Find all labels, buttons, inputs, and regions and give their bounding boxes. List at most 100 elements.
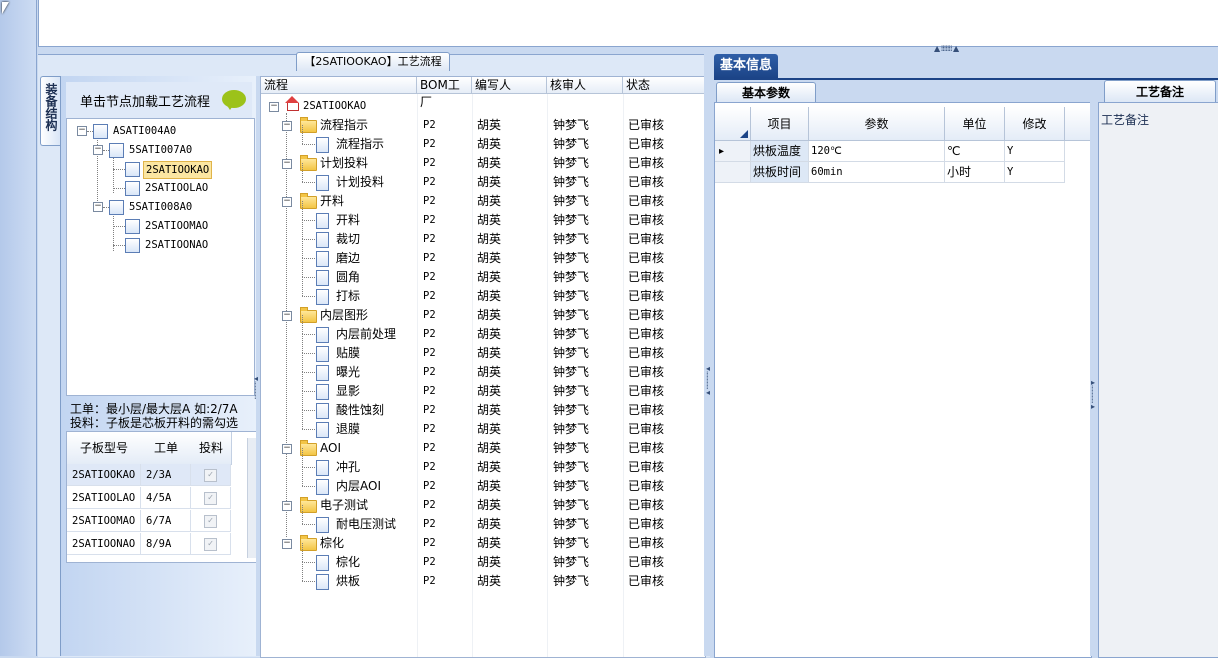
sub-grid-header[interactable]: 工单 bbox=[141, 432, 192, 465]
process-row[interactable]: 打标 P2 胡英 钟梦飞 已审核 bbox=[261, 277, 705, 306]
param-grid-header[interactable]: 单位 bbox=[945, 107, 1005, 141]
process-row[interactable]: − 内层图形 P2 胡英 钟梦飞 已审核 bbox=[261, 306, 705, 325]
process-row[interactable]: 磨边 P2 胡英 钟梦飞 已审核 bbox=[261, 239, 705, 268]
process-row[interactable]: − 计划投料 P2 胡英 钟梦飞 已审核 bbox=[261, 154, 705, 173]
param-cell-item[interactable]: 烘板温度 bbox=[751, 141, 809, 162]
tree-node-label[interactable]: 2SATIOONAO bbox=[143, 237, 210, 253]
bom-cell: P2 bbox=[423, 480, 436, 492]
process-row[interactable]: 显影 P2 胡英 钟梦飞 已审核 bbox=[261, 372, 705, 401]
status-cell: 已审核 bbox=[628, 346, 665, 360]
process-row[interactable]: 内层前处理 P2 胡英 钟梦飞 已审核 bbox=[261, 315, 705, 344]
process-row[interactable]: 冲孔 P2 胡英 钟梦飞 已审核 bbox=[261, 448, 705, 477]
tree-node-label[interactable]: 5SATI007A0 bbox=[129, 142, 192, 158]
process-row[interactable]: 计划投料 P2 胡英 钟梦飞 已审核 bbox=[261, 163, 705, 192]
feed-checkbox[interactable]: ✓ bbox=[204, 492, 217, 505]
expand-toggle-icon[interactable]: − bbox=[282, 159, 292, 169]
process-row[interactable]: 裁切 P2 胡英 钟梦飞 已审核 bbox=[261, 220, 705, 249]
notes-splitter[interactable]: ▸ ⁞ ⁞ ⁞ ▸ bbox=[1090, 80, 1098, 656]
process-grid-header[interactable]: 流程 bbox=[261, 77, 417, 94]
process-row[interactable]: 耐电压测试 P2 胡英 钟梦飞 已审核 bbox=[261, 505, 705, 534]
param-grid-header[interactable]: 修改 bbox=[1005, 107, 1065, 141]
sub-grid-cell-model[interactable]: 2SATIOOKAO bbox=[67, 464, 141, 486]
expand-toggle-icon[interactable]: − bbox=[282, 501, 292, 511]
param-cell-edit[interactable]: Y bbox=[1005, 141, 1065, 162]
side-tab-structure[interactable]: 装备结构 bbox=[40, 76, 61, 146]
sub-grid-cell-order[interactable]: 6/7A bbox=[141, 510, 191, 532]
process-row[interactable]: − 电子测试 P2 胡英 钟梦飞 已审核 bbox=[261, 496, 705, 515]
tab-basic-params[interactable]: 基本参数 bbox=[716, 82, 816, 103]
param-grid-header[interactable]: 参数 bbox=[809, 107, 945, 141]
process-grid-header[interactable]: BOM工厂 bbox=[417, 77, 472, 109]
process-row[interactable]: − 棕化 P2 胡英 钟梦飞 已审核 bbox=[261, 534, 705, 553]
tab-process-notes[interactable]: 工艺备注 bbox=[1104, 80, 1216, 103]
expand-toggle-icon[interactable]: − bbox=[93, 145, 103, 155]
sub-grid-cell-model[interactable]: 2SATIOONAO bbox=[67, 533, 141, 555]
expand-toggle-icon[interactable]: − bbox=[282, 444, 292, 454]
tree-node-label[interactable]: ASATI004A0 bbox=[113, 123, 176, 139]
process-row[interactable]: 圆角 P2 胡英 钟梦飞 已审核 bbox=[261, 258, 705, 287]
process-row[interactable]: 棕化 P2 胡英 钟梦飞 已审核 bbox=[261, 543, 705, 572]
process-grid-header[interactable]: 核审人 bbox=[547, 77, 623, 94]
param-cell-item[interactable]: 烘板时间 bbox=[751, 162, 809, 183]
notes-panel[interactable]: 工艺备注 bbox=[1098, 102, 1218, 658]
process-tab[interactable]: 【2SATIOOKAO】工艺流程 bbox=[296, 52, 450, 71]
tree-node-label[interactable]: 2SATIOOLAO bbox=[143, 180, 210, 196]
row-header[interactable]: ▸ bbox=[715, 141, 751, 162]
expand-toggle-icon[interactable]: − bbox=[93, 202, 103, 212]
tree-connector bbox=[113, 245, 125, 246]
process-row[interactable]: − AOI P2 胡英 钟梦飞 已审核 bbox=[261, 439, 705, 458]
feed-checkbox[interactable]: ✓ bbox=[204, 515, 217, 528]
process-row[interactable]: 贴膜 P2 胡英 钟梦飞 已审核 bbox=[261, 334, 705, 363]
document-icon bbox=[316, 327, 329, 343]
row-header[interactable] bbox=[715, 162, 751, 183]
param-cell-param[interactable]: 60min bbox=[809, 162, 945, 183]
process-grid-header[interactable]: 状态 bbox=[623, 77, 705, 94]
expand-toggle-icon[interactable]: − bbox=[282, 197, 292, 207]
expand-toggle-icon[interactable]: − bbox=[77, 126, 87, 136]
tree-connector bbox=[113, 153, 114, 193]
process-root-row[interactable]: − 2SATIOOKAO bbox=[261, 96, 705, 116]
tree-node-label[interactable]: 5SATI008A0 bbox=[129, 199, 192, 215]
tree-connector bbox=[302, 125, 303, 144]
expand-toggle-icon[interactable]: − bbox=[269, 102, 279, 112]
tree-connector bbox=[302, 410, 315, 411]
process-row[interactable]: − 开料 P2 胡英 钟梦飞 已审核 bbox=[261, 192, 705, 211]
sub-grid-cell-order[interactable]: 4/5A bbox=[141, 487, 191, 509]
param-cell-unit[interactable]: ℃ bbox=[945, 141, 1005, 162]
sub-grid-scrollbar[interactable] bbox=[247, 438, 256, 558]
process-row[interactable]: 开料 P2 胡英 钟梦飞 已审核 bbox=[261, 201, 705, 230]
param-grid-header[interactable]: 项目 bbox=[751, 107, 809, 141]
feed-checkbox[interactable]: ✓ bbox=[204, 538, 217, 551]
process-row[interactable]: 退膜 P2 胡英 钟梦飞 已审核 bbox=[261, 410, 705, 439]
process-row[interactable]: − 流程指示 P2 胡英 钟梦飞 已审核 bbox=[261, 116, 705, 135]
process-row[interactable]: 流程指示 P2 胡英 钟梦飞 已审核 bbox=[261, 125, 705, 154]
param-cell-edit[interactable]: Y bbox=[1005, 162, 1065, 183]
bom-cell: P2 bbox=[423, 233, 436, 245]
expand-toggle-icon[interactable]: − bbox=[282, 539, 292, 549]
sub-grid-cell-order[interactable]: 2/3A bbox=[141, 464, 191, 486]
process-grid-header[interactable]: 编写人 bbox=[472, 77, 547, 94]
tree-connector bbox=[302, 391, 303, 410]
tree-connector bbox=[302, 239, 315, 240]
process-row[interactable]: 曝光 P2 胡英 钟梦飞 已审核 bbox=[261, 353, 705, 382]
main-splitter[interactable]: ◂ ⁞ ⁞ ⁞ ◂ bbox=[704, 54, 714, 656]
param-cell-unit[interactable]: 小时 bbox=[945, 162, 1005, 183]
sub-grid-cell-model[interactable]: 2SATIOOLAO bbox=[67, 487, 141, 509]
sub-grid-cell-order[interactable]: 8/9A bbox=[141, 533, 191, 555]
process-row[interactable]: 内层AOI P2 胡英 钟梦飞 已审核 bbox=[261, 467, 705, 496]
status-cell: 已审核 bbox=[628, 270, 665, 284]
tab-basic-info[interactable]: 基本信息 bbox=[714, 54, 778, 78]
expand-toggle-icon[interactable]: − bbox=[282, 121, 292, 131]
expand-toggle-icon[interactable]: − bbox=[282, 311, 292, 321]
param-cell-param[interactable]: 120℃ bbox=[809, 141, 945, 162]
process-row[interactable]: 烘板 P2 胡英 钟梦飞 已审核 bbox=[261, 562, 705, 591]
sub-grid-cell-model[interactable]: 2SATIOOMAO bbox=[67, 510, 141, 532]
reviewer-cell: 钟梦飞 bbox=[553, 536, 590, 550]
process-row[interactable]: 酸性蚀刻 P2 胡英 钟梦飞 已审核 bbox=[261, 391, 705, 420]
sub-grid-header[interactable]: 投料 bbox=[191, 432, 232, 465]
top-splitter[interactable]: ▲ ⁞⁞⁞⁞⁞⁞⁞ ▲ bbox=[38, 44, 1218, 53]
tree-node-label[interactable]: 2SATIOOKAO bbox=[143, 161, 213, 179]
feed-checkbox[interactable]: ✓ bbox=[204, 469, 217, 482]
tree-node-label[interactable]: 2SATIOOMAO bbox=[143, 218, 210, 234]
sub-grid-header[interactable]: 子板型号 bbox=[67, 432, 142, 465]
